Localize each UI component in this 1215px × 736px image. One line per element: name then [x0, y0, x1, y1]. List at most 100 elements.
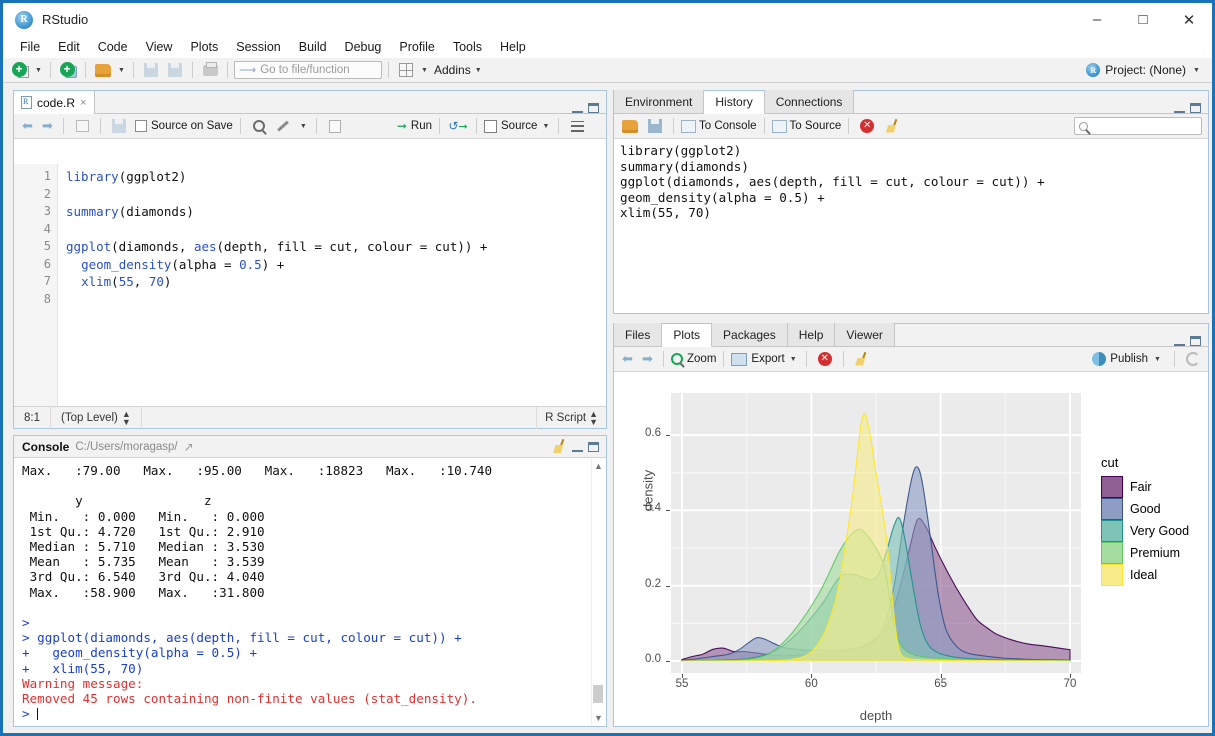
menu-file[interactable]: File — [11, 38, 49, 56]
maximize-button[interactable]: □ — [1120, 3, 1166, 36]
remove-plot-icon[interactable]: ✕ — [814, 349, 836, 369]
show-in-new-window-icon[interactable] — [71, 116, 93, 136]
file-type-selector[interactable]: R Script ▲▼ — [536, 407, 606, 429]
history-search-input[interactable] — [1074, 117, 1202, 135]
export-button[interactable]: Export — [731, 353, 784, 366]
print-icon[interactable] — [199, 60, 221, 80]
tab-viewer[interactable]: Viewer — [835, 323, 894, 346]
goto-file-function-input[interactable]: ⟶ Go to file/function — [234, 61, 382, 79]
console-output[interactable]: Max. :79.00 Max. :95.00 Max. :18823 Max.… — [14, 459, 591, 726]
publish-button[interactable]: Publish ▼ — [1092, 349, 1167, 369]
maximize-pane-icon[interactable] — [588, 442, 599, 452]
back-icon[interactable]: ⬅ — [19, 118, 36, 135]
workspace-panes-icon[interactable] — [395, 60, 417, 80]
clear-all-plots-icon[interactable] — [851, 349, 873, 369]
save-history-icon[interactable] — [644, 116, 666, 136]
scroll-down-icon[interactable]: ▼ — [594, 711, 603, 725]
refresh-plot-icon[interactable] — [1182, 349, 1204, 369]
addins-button[interactable]: Addins — [434, 63, 471, 77]
export-chevron-down-icon[interactable]: ▼ — [788, 349, 799, 369]
find-replace-icon[interactable] — [248, 116, 270, 136]
goto-file-placeholder: Go to file/function — [260, 64, 350, 76]
new-project-icon[interactable]: + — [57, 60, 79, 80]
close-icon[interactable]: × — [80, 97, 86, 109]
code-editor[interactable]: 1 2 3 4 5 6 7 8 library(ggplot2) summary… — [14, 164, 606, 406]
source-chevron-down-icon[interactable]: ▼ — [540, 116, 551, 136]
menu-help[interactable]: Help — [491, 38, 535, 56]
next-plot-icon[interactable]: ➡ — [639, 351, 656, 368]
tab-environment[interactable]: Environment — [614, 90, 704, 113]
run-button[interactable]: ➞ Run — [397, 119, 432, 133]
new-file-icon[interactable]: + — [9, 60, 31, 80]
save-document-icon[interactable] — [108, 116, 130, 136]
new-file-chevron-down-icon[interactable]: ▼ — [33, 60, 44, 80]
project-selector[interactable]: R Project: (None) ▼ — [1086, 60, 1212, 80]
minimize-pane-icon[interactable] — [572, 103, 583, 113]
clear-console-icon[interactable] — [552, 439, 567, 454]
history-entry[interactable]: library(ggplot2) — [620, 143, 1208, 159]
save-all-icon[interactable] — [164, 60, 186, 80]
remove-history-entry-icon[interactable]: ✕ — [856, 116, 878, 136]
menu-build[interactable]: Build — [290, 38, 336, 56]
minimize-pane-icon[interactable] — [1174, 103, 1185, 113]
maximize-pane-icon[interactable] — [1190, 336, 1201, 346]
to-source-button[interactable]: To Source — [772, 120, 842, 133]
history-entries[interactable]: library(ggplot2)summary(diamonds)ggplot(… — [614, 140, 1208, 313]
open-file-chevron-down-icon[interactable]: ▼ — [116, 60, 127, 80]
line-number: 2 — [14, 186, 51, 204]
menu-code[interactable]: Code — [89, 38, 137, 56]
save-icon[interactable] — [140, 60, 162, 80]
history-entry[interactable]: xlim(55, 70) — [620, 205, 1208, 221]
toolbar-divider — [85, 62, 86, 78]
menu-session[interactable]: Session — [227, 38, 289, 56]
tab-help[interactable]: Help — [788, 323, 836, 346]
addins-chevron-down-icon[interactable]: ▼ — [473, 60, 484, 80]
tab-connections[interactable]: Connections — [765, 90, 855, 113]
tab-plots[interactable]: Plots — [662, 324, 712, 347]
menu-tools[interactable]: Tools — [444, 38, 491, 56]
scroll-up-icon[interactable]: ▲ — [594, 459, 603, 473]
code-tools-icon[interactable] — [273, 116, 295, 136]
source-tab-code-r[interactable]: code.R × — [14, 91, 95, 114]
history-entry[interactable]: summary(diamonds) — [620, 159, 1208, 175]
tab-files[interactable]: Files — [614, 323, 662, 346]
console-scrollbar[interactable]: ▲ ▼ — [591, 459, 605, 725]
load-history-icon[interactable] — [619, 116, 641, 136]
line-number-gutter: 1 2 3 4 5 6 7 8 — [14, 164, 58, 406]
publish-chevron-down-icon[interactable]: ▼ — [1152, 349, 1163, 369]
rerun-icon[interactable]: ↺➞ — [447, 116, 469, 136]
project-label: Project: (None) — [1105, 63, 1186, 77]
minimize-button[interactable]: – — [1074, 3, 1120, 36]
maximize-pane-icon[interactable] — [1190, 103, 1201, 113]
tab-history[interactable]: History — [704, 91, 764, 114]
x-tick-mark — [941, 674, 942, 678]
workspace-panes-chevron-down-icon[interactable]: ▼ — [419, 60, 430, 80]
tab-packages[interactable]: Packages — [712, 323, 788, 346]
forward-icon[interactable]: ➡ — [39, 118, 56, 135]
clear-history-icon[interactable] — [881, 116, 903, 136]
document-outline-icon[interactable] — [566, 116, 588, 136]
scrollbar-thumb[interactable] — [593, 685, 603, 703]
source-on-save-checkbox[interactable] — [135, 120, 147, 132]
zoom-button[interactable]: Zoom — [671, 353, 716, 365]
history-entry[interactable]: ggplot(diamonds, aes(depth, fill = cut, … — [620, 174, 1208, 190]
previous-plot-icon[interactable]: ⬅ — [619, 351, 636, 368]
menu-view[interactable]: View — [137, 38, 182, 56]
code-tools-chevron-down-icon[interactable]: ▼ — [298, 116, 309, 136]
minimize-pane-icon[interactable] — [572, 442, 583, 452]
source-button[interactable]: Source — [484, 120, 537, 133]
minimize-pane-icon[interactable] — [1174, 336, 1185, 346]
to-console-button[interactable]: To Console — [681, 120, 757, 133]
scope-selector[interactable]: (Top Level) ▲▼ — [51, 407, 142, 429]
project-chevron-down-icon[interactable]: ▼ — [1191, 60, 1202, 80]
compile-report-icon[interactable] — [324, 116, 346, 136]
maximize-pane-icon[interactable] — [588, 103, 599, 113]
open-file-icon[interactable] — [92, 60, 114, 80]
open-directory-icon[interactable]: ↗ — [184, 440, 194, 454]
menu-profile[interactable]: Profile — [390, 38, 443, 56]
menu-debug[interactable]: Debug — [336, 38, 391, 56]
menu-edit[interactable]: Edit — [49, 38, 89, 56]
menu-plots[interactable]: Plots — [181, 38, 227, 56]
close-button[interactable]: ✕ — [1166, 3, 1212, 36]
history-entry[interactable]: geom_density(alpha = 0.5) + — [620, 190, 1208, 206]
